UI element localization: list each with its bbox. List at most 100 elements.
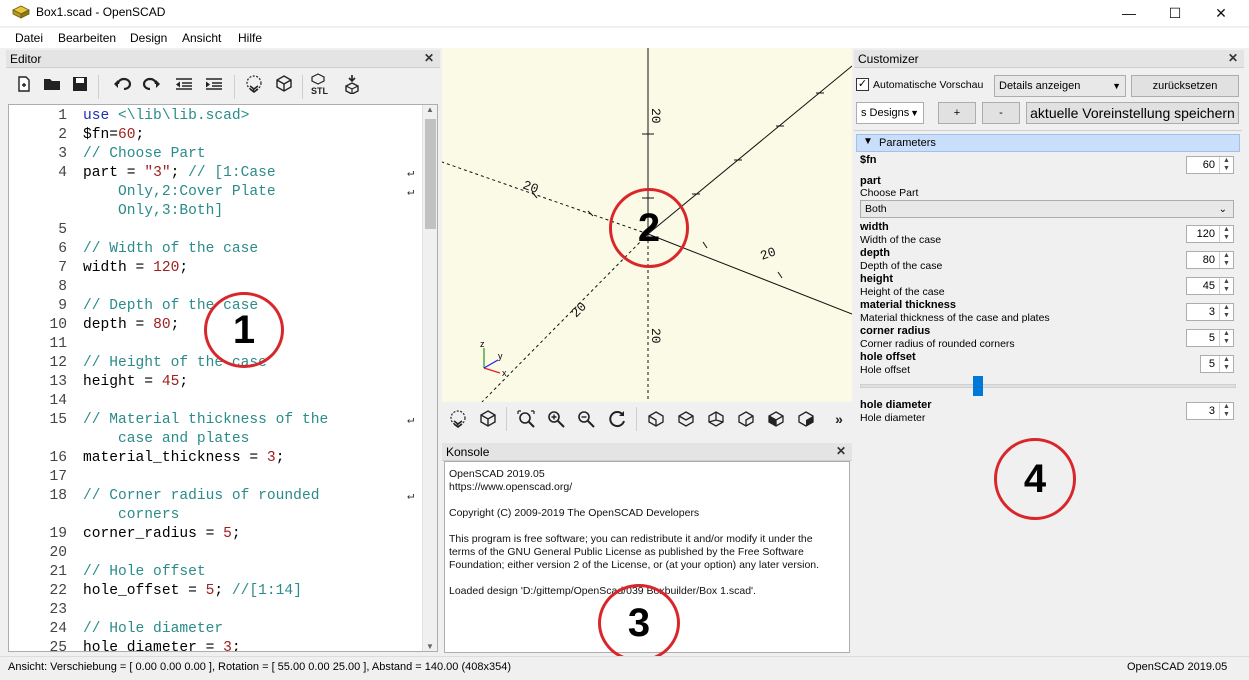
view-back-icon[interactable] [794,407,818,431]
code-line[interactable]: 23 [9,601,423,620]
add-preset-button[interactable]: + [938,102,976,124]
save-icon[interactable] [68,72,92,96]
code-text[interactable]: part = "3"; // [1:Case [83,164,276,183]
minimize-button[interactable]: — [1106,0,1152,26]
code-line[interactable]: 5 [9,221,423,240]
code-line[interactable]: 20 [9,544,423,563]
view-front-icon[interactable] [764,407,788,431]
code-text[interactable]: corner_radius = 5; [83,525,241,544]
code-line[interactable]: 2 $fn=60; [9,126,423,145]
param-spinbox[interactable]: 120 ▲ ▼ [1186,225,1234,243]
code-text[interactable]: // Hole diameter [83,620,223,639]
code-text[interactable]: Only,3:Both] [83,202,223,221]
code-line[interactable]: 17 [9,468,423,487]
code-text[interactable]: // Choose Part [83,145,206,164]
param-spinbox[interactable]: 80 ▲ ▼ [1186,251,1234,269]
code-text[interactable]: // Material thickness of the [83,411,328,430]
export-stl-icon[interactable]: STL [308,72,336,96]
editor-close-icon[interactable]: ✕ [424,51,434,65]
code-line[interactable]: 4 part = "3"; // [1:Case ↵ [9,164,423,183]
code-editor[interactable]: 1 use <\lib\lib.scad> 2 $fn=60; 3// Choose P… [8,104,438,652]
maximize-button[interactable]: ☐ [1152,0,1198,26]
code-text[interactable]: corners [83,506,179,525]
spin-arrows-icon[interactable]: ▲ ▼ [1219,278,1233,294]
parameters-header[interactable]: ▼ Parameters [856,134,1240,152]
code-line[interactable]: 13 height = 45; [9,373,423,392]
more-tools-icon[interactable]: » [830,407,848,431]
spin-arrows-icon[interactable]: ▲ ▼ [1219,356,1233,372]
preview-icon[interactable] [242,72,266,96]
code-text[interactable]: width = 120; [83,259,188,278]
editor-scrollbar[interactable]: ▲ ▼ [422,105,437,651]
details-select[interactable]: Details anzeigen ▼ [994,75,1126,97]
part-select[interactable]: Both ⌄ [860,200,1234,218]
spin-arrows-icon[interactable]: ▲ ▼ [1219,252,1233,268]
code-line[interactable]: 7 width = 120; [9,259,423,278]
view-top-icon[interactable] [674,407,698,431]
code-text[interactable]: // Width of the case [83,240,258,259]
code-text[interactable]: hole_diameter = 3; [83,639,241,651]
code-text[interactable]: depth = 80; [83,316,179,335]
spin-arrows-icon[interactable]: ▲ ▼ [1219,226,1233,242]
code-line[interactable]: 24 // Hole diameter [9,620,423,639]
code-line[interactable]: 1 use <\lib\lib.scad> [9,107,423,126]
code-text[interactable]: use <\lib\lib.scad> [83,107,249,126]
code-line[interactable]: 22 hole_offset = 5; //[1:14] [9,582,423,601]
spin-arrows-icon[interactable]: ▲ ▼ [1219,403,1233,419]
param-spinbox[interactable]: 5 ▲ ▼ [1200,355,1234,373]
editor-scroll-thumb[interactable] [425,119,436,229]
code-text[interactable]: // Corner radius of rounded [83,487,319,506]
code-text[interactable]: case and plates [83,430,249,449]
new-file-icon[interactable] [12,72,36,96]
auto-preview-checkbox[interactable]: ✓ [856,78,869,91]
code-line[interactable]: 14 [9,392,423,411]
code-text[interactable]: Only,2:Cover Plate [83,183,276,202]
code-line[interactable]: 15 // Material thickness of the ↵ [9,411,423,430]
code-line[interactable]: corners [9,506,423,525]
code-text[interactable]: $fn=60; [83,126,144,145]
param-spinbox[interactable]: 5 ▲ ▼ [1186,329,1234,347]
menu-datei[interactable]: Datei [15,31,43,45]
redo-icon[interactable] [140,72,164,96]
code-line[interactable]: 25 hole_diameter = 3; [9,639,423,651]
zoom-in-icon[interactable] [544,407,568,431]
code-lines[interactable]: 1 use <\lib\lib.scad> 2 $fn=60; 3// Choose P… [9,107,423,651]
menu-hilfe[interactable]: Hilfe [238,31,262,45]
view-bottom-icon[interactable] [704,407,728,431]
code-text[interactable]: hole_offset = 5; //[1:14] [83,582,302,601]
code-line[interactable]: 19 corner_radius = 5; [9,525,423,544]
view-preview-icon[interactable] [446,407,470,431]
remove-preset-button[interactable]: - [982,102,1020,124]
spin-arrows-icon[interactable]: ▲ ▼ [1219,330,1233,346]
param-spinbox[interactable]: 45 ▲ ▼ [1186,277,1234,295]
zoom-out-icon[interactable] [574,407,598,431]
code-line[interactable]: Only,2:Cover Plate ↵ [9,183,423,202]
code-text[interactable]: material_thickness = 3; [83,449,284,468]
code-line[interactable]: 3 // Choose Part [9,145,423,164]
hole-offset-slider-track[interactable] [860,384,1236,388]
preset-select[interactable]: s Designs ▼ [856,102,924,124]
reset-button[interactable]: zurücksetzen [1131,75,1239,97]
code-line[interactable]: 8 [9,278,423,297]
unindent-icon[interactable] [172,72,196,96]
code-line[interactable]: Only,3:Both] [9,202,423,221]
view-right-icon[interactable] [644,407,668,431]
indent-icon[interactable] [202,72,226,96]
menu-bearbeiten[interactable]: Bearbeiten [58,31,116,45]
param-spinbox[interactable]: 3 ▲ ▼ [1186,303,1234,321]
hole-offset-slider-thumb[interactable] [972,376,983,396]
view-render-icon[interactable] [476,407,500,431]
menu-ansicht[interactable]: Ansicht [182,31,221,45]
console-close-icon[interactable]: ✕ [836,444,846,458]
view-all-icon[interactable] [514,407,538,431]
view-left-icon[interactable] [734,407,758,431]
spin-arrows-icon[interactable]: ▲ ▼ [1219,157,1233,173]
code-text[interactable]: height = 45; [83,373,188,392]
render-icon[interactable] [272,72,296,96]
menu-design[interactable]: Design [130,31,167,45]
save-preset-button[interactable]: aktuelle Voreinstellung speichern [1026,102,1239,124]
code-line[interactable]: case and plates [9,430,423,449]
reset-view-icon[interactable] [606,407,630,431]
close-window-button[interactable]: ✕ [1198,0,1244,26]
undo-icon[interactable] [110,72,134,96]
